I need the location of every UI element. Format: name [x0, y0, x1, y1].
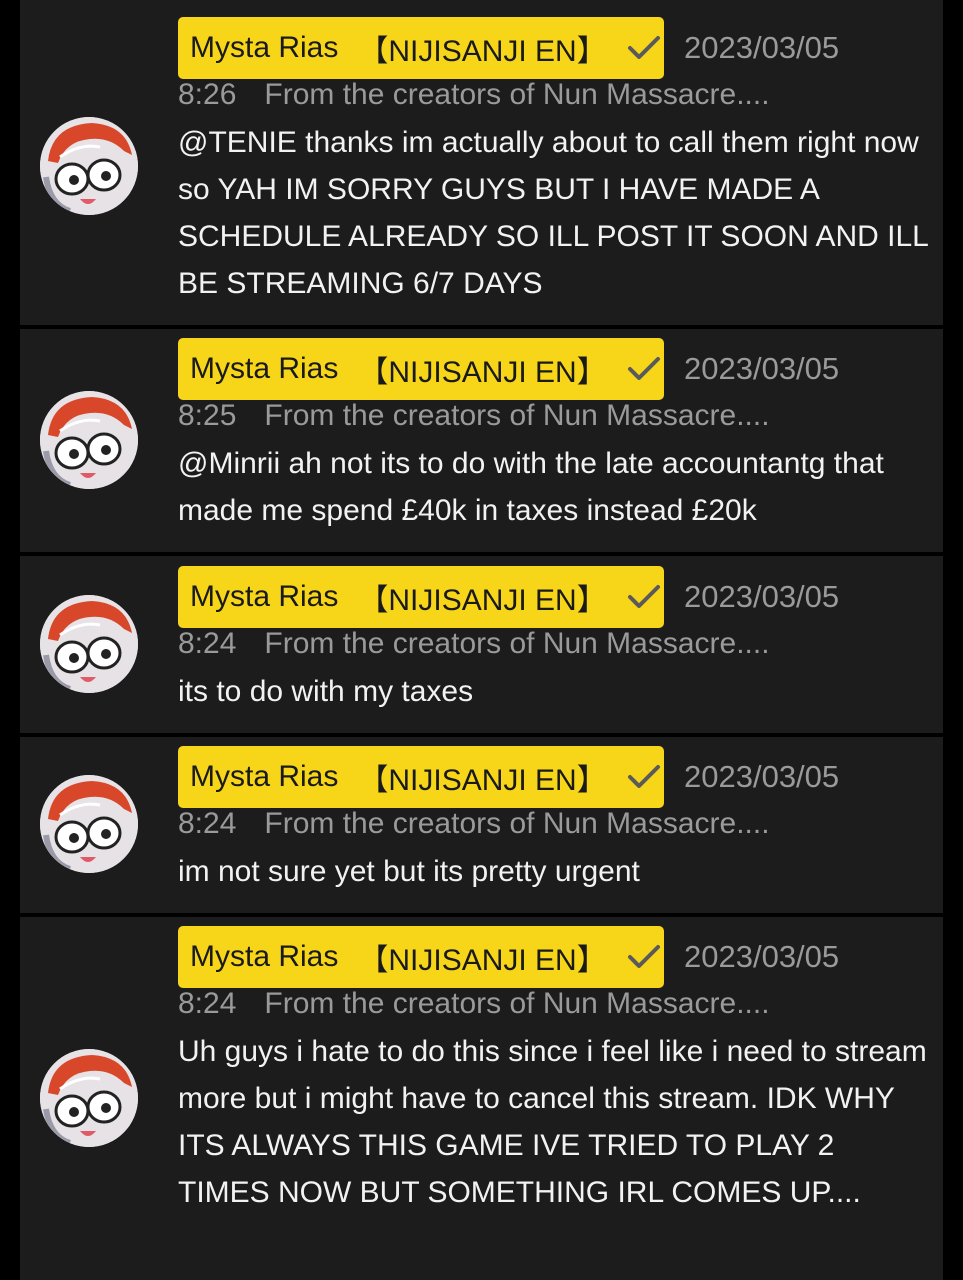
check-icon	[627, 356, 661, 382]
author-tag: 【NIJISANJI EN】	[358, 356, 607, 389]
author-tag: 【NIJISANJI EN】	[358, 584, 607, 617]
post-source[interactable]: From the creators of Nun Massacre....	[264, 807, 769, 840]
post-time: 8:24	[178, 987, 237, 1020]
post-text: its to do with my taxes	[178, 675, 474, 708]
post-time: 8:24	[178, 627, 237, 660]
author-name: Mysta Rias	[190, 31, 339, 64]
avatar-image	[40, 595, 138, 693]
post-card[interactable]: Mysta Rias 【NIJISANJI EN】 2023/03/05 8:2…	[20, 0, 943, 325]
post-meta: 8:24 From the creators of Nun Massacre...…	[178, 807, 770, 841]
post-time: 8:24	[178, 807, 237, 840]
post-text: @TENIE thanks im actually about to call …	[178, 126, 928, 300]
avatar[interactable]	[40, 391, 138, 489]
author-name-badge[interactable]: Mysta Rias 【NIJISANJI EN】	[178, 17, 664, 79]
author-name: Mysta Rias	[190, 352, 339, 385]
author-name-badge[interactable]: Mysta Rias 【NIJISANJI EN】	[178, 566, 664, 628]
avatar[interactable]	[40, 117, 138, 215]
author-name-badge[interactable]: Mysta Rias 【NIJISANJI EN】	[178, 338, 664, 400]
post-meta: 8:26 From the creators of Nun Massacre...…	[178, 78, 770, 112]
post-meta: 8:24 From the creators of Nun Massacre...…	[178, 987, 770, 1021]
post-text: im not sure yet but its pretty urgent	[178, 855, 640, 888]
check-icon	[627, 35, 661, 61]
post-meta: 8:24 From the creators of Nun Massacre...…	[178, 627, 770, 661]
avatar[interactable]	[40, 595, 138, 693]
post-text: Uh guys i hate to do this since i feel l…	[178, 1035, 927, 1209]
author-tag: 【NIJISANJI EN】	[358, 764, 607, 797]
author-name-badge[interactable]: Mysta Rias 【NIJISANJI EN】	[178, 926, 664, 988]
post-source[interactable]: From the creators of Nun Massacre....	[264, 399, 769, 432]
author-name: Mysta Rias	[190, 580, 339, 613]
avatar-image	[40, 775, 138, 873]
check-icon	[627, 944, 661, 970]
post-date: 2023/03/05	[684, 939, 840, 974]
post-source[interactable]: From the creators of Nun Massacre....	[264, 627, 769, 660]
post-time: 8:25	[178, 399, 237, 432]
post-date: 2023/03/05	[684, 351, 840, 386]
post-card[interactable]: Mysta Rias 【NIJISANJI EN】 2023/03/05 8:2…	[20, 556, 943, 733]
author-name: Mysta Rias	[190, 760, 339, 793]
avatar[interactable]	[40, 775, 138, 873]
post-card[interactable]: Mysta Rias 【NIJISANJI EN】 2023/03/05 8:2…	[20, 737, 943, 913]
author-name-badge[interactable]: Mysta Rias 【NIJISANJI EN】	[178, 746, 664, 808]
post-date: 2023/03/05	[684, 579, 840, 614]
post-feed: Mysta Rias 【NIJISANJI EN】 2023/03/05 8:2…	[0, 0, 963, 1280]
post-card[interactable]: Mysta Rias 【NIJISANJI EN】 2023/03/05 8:2…	[20, 329, 943, 552]
check-icon	[627, 584, 661, 610]
author-tag: 【NIJISANJI EN】	[358, 35, 607, 68]
post-text: @Minrii ah not its to do with the late a…	[178, 447, 884, 527]
post-source[interactable]: From the creators of Nun Massacre....	[264, 987, 769, 1020]
post-date: 2023/03/05	[684, 759, 840, 794]
post-meta: 8:25 From the creators of Nun Massacre...…	[178, 399, 770, 433]
avatar-image	[40, 117, 138, 215]
post-card[interactable]: Mysta Rias 【NIJISANJI EN】 2023/03/05 8:2…	[20, 917, 943, 1280]
author-name: Mysta Rias	[190, 940, 339, 973]
avatar[interactable]	[40, 1049, 138, 1147]
post-date: 2023/03/05	[684, 30, 840, 65]
post-source[interactable]: From the creators of Nun Massacre....	[264, 78, 769, 111]
check-icon	[627, 764, 661, 790]
author-tag: 【NIJISANJI EN】	[358, 944, 607, 977]
avatar-image	[40, 1049, 138, 1147]
post-time: 8:26	[178, 78, 237, 111]
avatar-image	[40, 391, 138, 489]
